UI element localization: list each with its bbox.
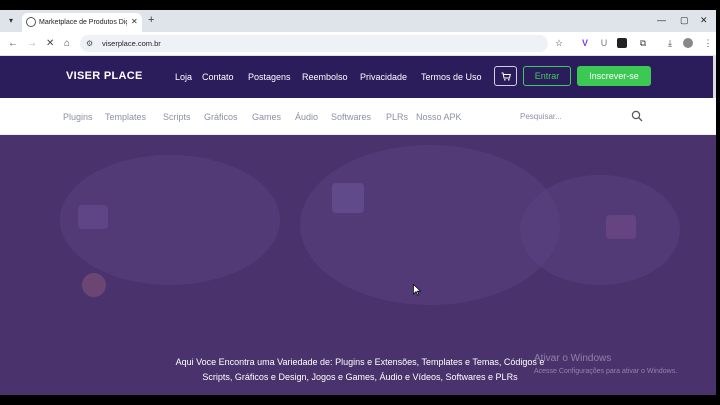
- site-info-icon[interactable]: ⚙: [86, 37, 93, 50]
- category-plrs[interactable]: PLRs: [386, 111, 408, 123]
- search-icon[interactable]: [631, 110, 643, 122]
- stop-loading-icon[interactable]: ✕: [46, 37, 54, 50]
- hero-monitor-icon: [78, 205, 108, 229]
- nav-postagens[interactable]: Postagens: [248, 71, 291, 83]
- menu-dots-icon[interactable]: ⋮: [702, 37, 714, 49]
- signup-button[interactable]: Inscrever-se: [577, 66, 651, 86]
- category-plugins[interactable]: Plugins: [63, 111, 93, 123]
- maximize-button[interactable]: ▢: [680, 14, 689, 26]
- nav-privacidade[interactable]: Privacidade: [360, 71, 407, 83]
- cart-button[interactable]: [494, 66, 517, 86]
- hero-description: Aqui Voce Encontra uma Variedade de: Plu…: [130, 355, 590, 385]
- category-templates[interactable]: Templates: [105, 111, 146, 123]
- browser-tab[interactable]: Marketplace de Produtos Digi ✕: [22, 13, 142, 32]
- hero-map-shape: [520, 175, 680, 285]
- tab-title: Marketplace de Produtos Digi: [39, 19, 127, 26]
- address-bar[interactable]: ⚙ viserplace.com.br: [80, 35, 548, 52]
- close-window-button[interactable]: ✕: [700, 14, 708, 26]
- tab-search-icon[interactable]: ▾: [4, 14, 18, 28]
- back-icon[interactable]: ←: [8, 37, 18, 50]
- category-nosso-apk[interactable]: Nosso APK: [416, 111, 462, 123]
- hero-gamepad-icon: [332, 183, 364, 213]
- hero-line-1: Aqui Voce Encontra uma Variedade de: Plu…: [175, 357, 545, 367]
- category-graficos[interactable]: Gráficos: [204, 111, 238, 123]
- cart-icon: [501, 72, 511, 81]
- nav-loja[interactable]: Loja: [175, 71, 192, 83]
- url-text[interactable]: viserplace.com.br: [102, 38, 161, 49]
- minimize-button[interactable]: —: [657, 14, 666, 26]
- tab-close-icon[interactable]: ✕: [131, 16, 138, 28]
- login-button[interactable]: Entrar: [523, 66, 571, 86]
- bookmark-star-icon[interactable]: ☆: [553, 37, 565, 49]
- home-icon[interactable]: ⌂: [64, 37, 70, 50]
- hero-coin-icon: [82, 273, 106, 297]
- category-audio[interactable]: Áudio: [295, 111, 318, 123]
- extension-dark-icon[interactable]: [617, 38, 627, 48]
- windows-activation-title: Ativar o Windows: [534, 353, 612, 364]
- page-scrollbar[interactable]: [713, 56, 716, 98]
- extension-u-icon[interactable]: U: [598, 37, 610, 49]
- favicon-icon: [26, 17, 36, 27]
- nav-reembolso[interactable]: Reembolso: [302, 71, 348, 83]
- forward-icon[interactable]: →: [27, 37, 37, 50]
- download-icon[interactable]: ⤓: [664, 37, 676, 49]
- video-frame: ▾ Marketplace de Produtos Digi ✕ + — ▢ ✕…: [0, 0, 720, 405]
- site-header: VISER PLACE Loja Contato Postagens Reemb…: [0, 56, 716, 98]
- category-games[interactable]: Games: [252, 111, 281, 123]
- category-scripts[interactable]: Scripts: [163, 111, 191, 123]
- hero-screen-icon: [606, 215, 636, 239]
- extensions-puzzle-icon[interactable]: ⧉: [637, 37, 649, 49]
- category-bar: Plugins Templates Scripts Gráficos Games…: [0, 98, 716, 135]
- site-logo[interactable]: VISER PLACE: [66, 69, 143, 83]
- profile-avatar-icon[interactable]: [683, 38, 693, 48]
- new-tab-button[interactable]: +: [148, 13, 154, 27]
- browser-toolbar: ← → ✕ ⌂ ⚙ viserplace.com.br ☆ V U ⧉ ⤓ ⋮: [0, 32, 716, 56]
- nav-contato[interactable]: Contato: [202, 71, 234, 83]
- category-softwares[interactable]: Softwares: [331, 111, 371, 123]
- browser-window: ▾ Marketplace de Produtos Digi ✕ + — ▢ ✕…: [0, 10, 716, 395]
- extension-v-icon[interactable]: V: [579, 37, 591, 49]
- mouse-cursor-icon: [413, 284, 421, 296]
- search-input[interactable]: [516, 107, 648, 125]
- windows-activation-subtitle: Acesse Configurações para ativar o Windo…: [534, 368, 678, 375]
- tab-strip: ▾ Marketplace de Produtos Digi ✕ + — ▢ ✕: [0, 10, 716, 32]
- nav-termos-de-uso[interactable]: Termos de Uso: [421, 71, 482, 83]
- hero-banner: Aqui Voce Encontra uma Variedade de: Plu…: [0, 135, 716, 395]
- hero-line-2: Scripts, Gráficos e Design, Jogos e Game…: [202, 372, 518, 382]
